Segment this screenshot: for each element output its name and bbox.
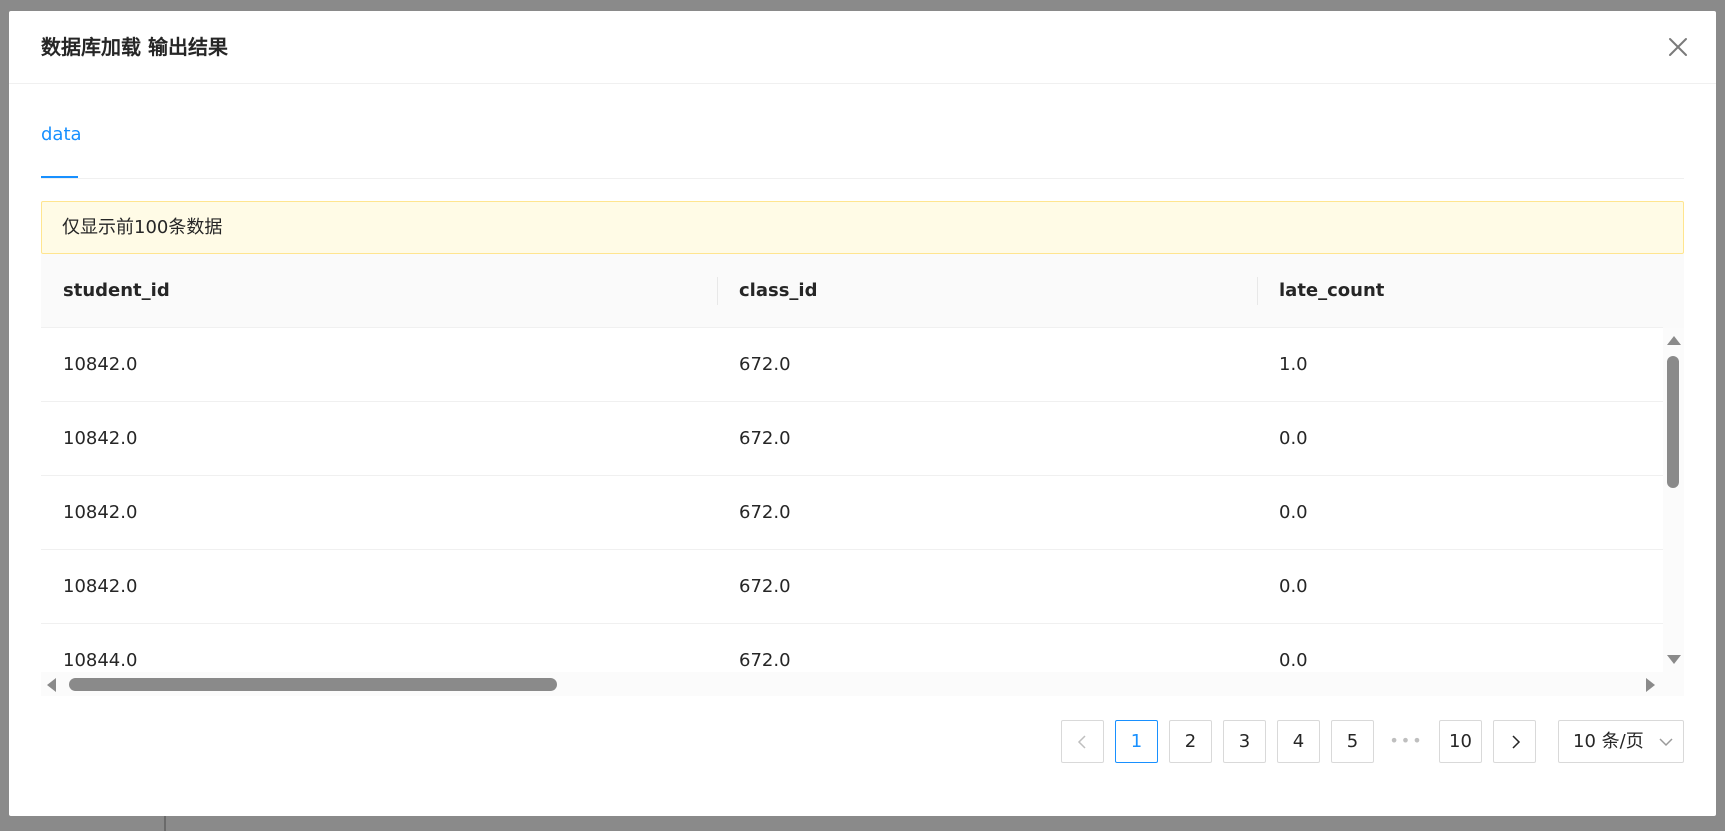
page-size-select[interactable]: 10 条/页 bbox=[1558, 720, 1684, 763]
jump-next-ellipsis[interactable]: ••• bbox=[1385, 720, 1428, 763]
page-5-button[interactable]: 5 bbox=[1331, 720, 1374, 763]
data-table: student_id class_id late_count 10842.0 6… bbox=[41, 254, 1684, 704]
horizontal-scrollbar[interactable] bbox=[41, 672, 1684, 696]
cell-late-count: 0.0 bbox=[1279, 576, 1308, 597]
column-header-class-id[interactable]: class_id bbox=[717, 254, 1257, 328]
page-1-button[interactable]: 1 bbox=[1115, 720, 1158, 763]
cell-class-id: 672.0 bbox=[739, 650, 791, 671]
chevron-right-icon bbox=[1512, 735, 1521, 749]
cell-class-id: 672.0 bbox=[739, 428, 791, 449]
cell-late-count: 0.0 bbox=[1279, 502, 1308, 523]
result-modal: 数据库加载 输出结果 data 仅显示前100条数据 student_id cl… bbox=[9, 11, 1716, 816]
cell-student-id: 10842.0 bbox=[63, 576, 138, 597]
cell-late-count: 0.0 bbox=[1279, 428, 1308, 449]
page-size-label: 10 条/页 bbox=[1573, 731, 1644, 752]
alert-text: 仅显示前100条数据 bbox=[62, 217, 223, 238]
page-4-button[interactable]: 4 bbox=[1277, 720, 1320, 763]
modal-title: 数据库加载 输出结果 bbox=[41, 35, 228, 59]
cell-student-id: 10844.0 bbox=[63, 650, 138, 671]
cell-class-id: 672.0 bbox=[739, 502, 791, 523]
table-header: student_id class_id late_count bbox=[41, 254, 1663, 328]
cell-late-count: 1.0 bbox=[1279, 354, 1308, 375]
tab-active-indicator bbox=[41, 176, 78, 178]
close-button[interactable] bbox=[1666, 35, 1690, 59]
next-page-button[interactable] bbox=[1493, 720, 1536, 763]
close-icon bbox=[1669, 38, 1687, 56]
column-header-student-id[interactable]: student_id bbox=[41, 254, 717, 328]
chevron-down-icon bbox=[1659, 738, 1673, 747]
table-row[interactable]: 10842.0 672.0 0.0 bbox=[41, 476, 1663, 550]
info-alert: 仅显示前100条数据 bbox=[41, 201, 1684, 254]
cell-student-id: 10842.0 bbox=[63, 428, 138, 449]
column-header-late-count[interactable]: late_count bbox=[1257, 254, 1663, 328]
page-10-button[interactable]: 10 bbox=[1439, 720, 1482, 763]
page-3-button[interactable]: 3 bbox=[1223, 720, 1266, 763]
table-row[interactable]: 10844.0 672.0 0.0 bbox=[41, 624, 1663, 672]
cell-student-id: 10842.0 bbox=[63, 354, 138, 375]
scroll-up-arrow-icon[interactable] bbox=[1667, 336, 1681, 345]
page-2-button[interactable]: 2 bbox=[1169, 720, 1212, 763]
scroll-left-arrow-icon[interactable] bbox=[47, 678, 56, 692]
cell-class-id: 672.0 bbox=[739, 354, 791, 375]
cell-late-count: 0.0 bbox=[1279, 650, 1308, 671]
table-body: 10842.0 672.0 1.0 10842.0 672.0 0.0 1084… bbox=[41, 328, 1663, 672]
backdrop-edge bbox=[164, 816, 166, 831]
cell-student-id: 10842.0 bbox=[63, 502, 138, 523]
prev-page-button[interactable] bbox=[1061, 720, 1104, 763]
chevron-left-icon bbox=[1077, 735, 1086, 749]
horizontal-scroll-thumb[interactable] bbox=[69, 678, 557, 691]
scroll-right-arrow-icon[interactable] bbox=[1646, 678, 1655, 692]
cell-class-id: 672.0 bbox=[739, 576, 791, 597]
tab-bar: data bbox=[41, 118, 1684, 179]
table-row[interactable]: 10842.0 672.0 1.0 bbox=[41, 328, 1663, 402]
scroll-down-arrow-icon[interactable] bbox=[1667, 655, 1681, 664]
header-scroll-gutter bbox=[1663, 254, 1684, 328]
modal-header: 数据库加载 输出结果 bbox=[9, 11, 1716, 84]
vertical-scrollbar[interactable] bbox=[1663, 328, 1684, 672]
tab-data[interactable]: data bbox=[41, 118, 82, 178]
table-row[interactable]: 10842.0 672.0 0.0 bbox=[41, 402, 1663, 476]
table-row[interactable]: 10842.0 672.0 0.0 bbox=[41, 550, 1663, 624]
vertical-scroll-thumb[interactable] bbox=[1667, 356, 1679, 488]
